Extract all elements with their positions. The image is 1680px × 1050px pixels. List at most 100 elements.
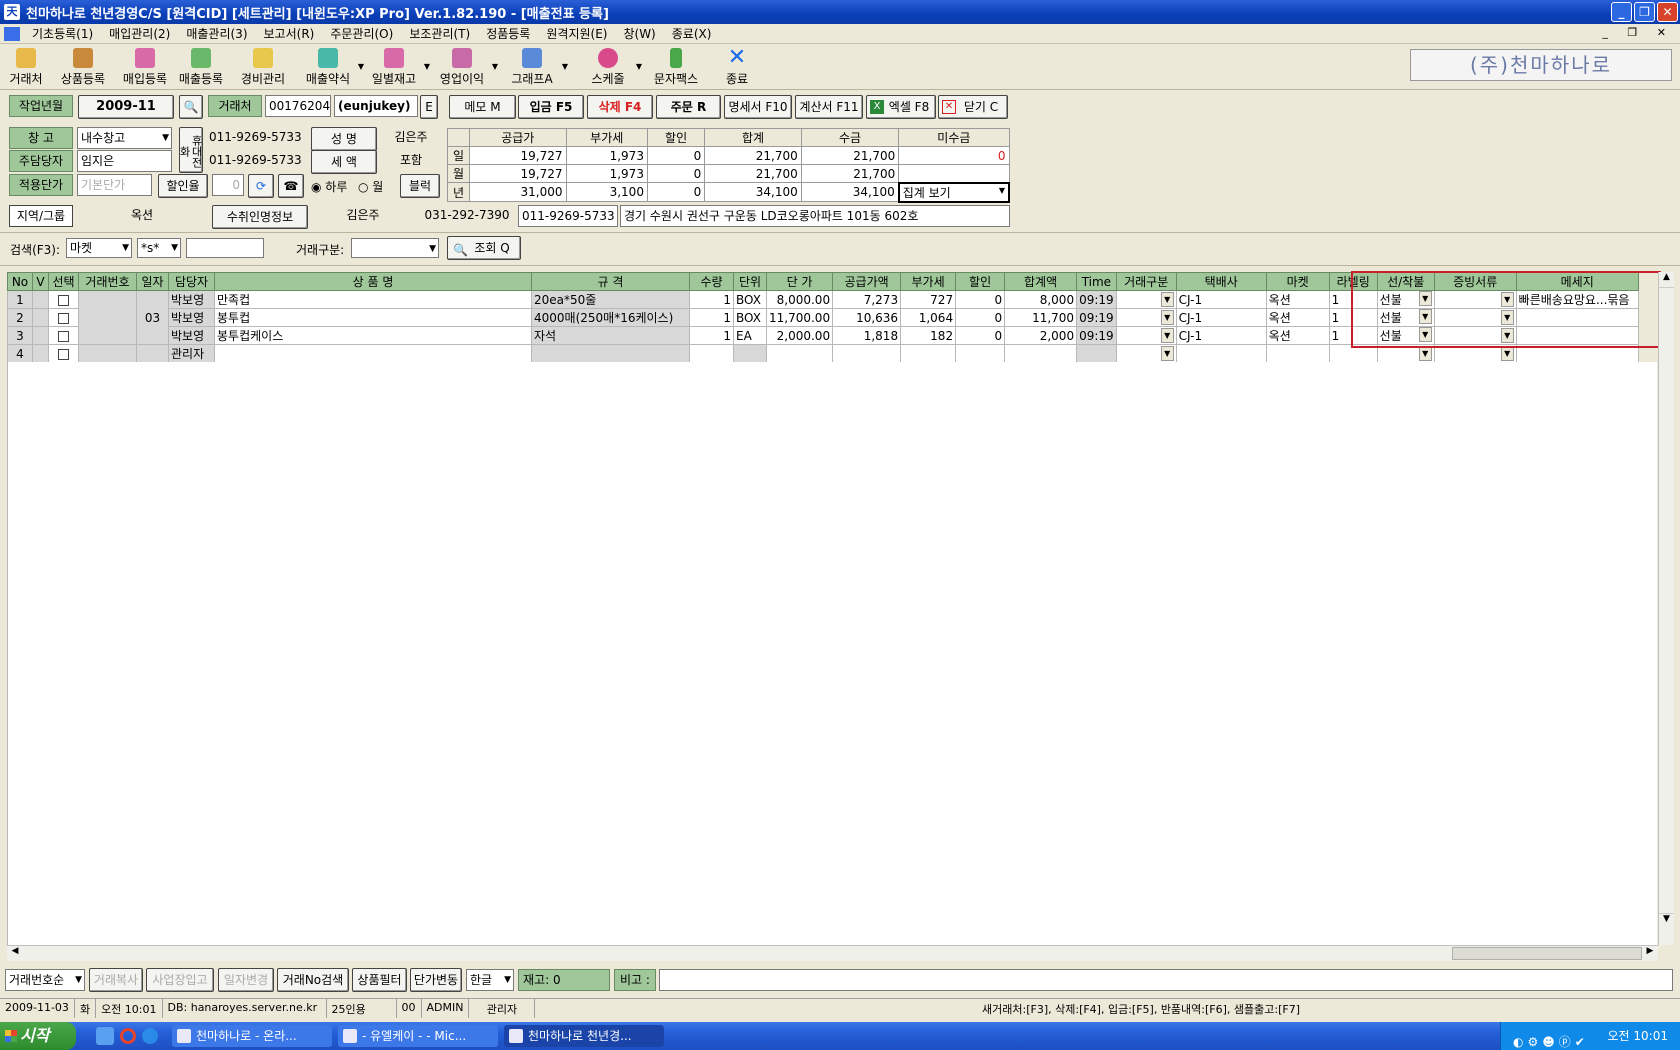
row-pay-type[interactable]: 선불 ▼ (1376, 290, 1435, 309)
chevron-down-icon[interactable]: ▼ (1418, 327, 1432, 342)
delete-button[interactable]: 삭제 F4 (587, 95, 653, 119)
toolbar-product-button[interactable]: 상품등록 (56, 48, 110, 88)
search-op-select[interactable]: *s* (137, 238, 181, 258)
tax-button[interactable]: 세 액 (311, 150, 377, 174)
clock[interactable]: 오전 10:01 (1608, 1029, 1668, 1043)
toolbar-sms-fax-button[interactable]: 문자팩스 (650, 48, 702, 88)
row-spec[interactable]: 20ea*50줄 (531, 290, 690, 309)
close-button[interactable]: ✕ (1657, 2, 1678, 22)
client-code-field[interactable]: 00176204 (265, 95, 331, 117)
row-total[interactable]: 2,000 (1004, 326, 1078, 345)
phone-call-icon[interactable]: ☎ (278, 174, 304, 198)
statement-button[interactable]: 명세서 F10 (724, 95, 792, 119)
menu-order[interactable]: 주문관리(O) (322, 25, 401, 42)
row-qty[interactable]: 1 (689, 290, 734, 309)
biz-in-button[interactable]: 사업장입고 (146, 968, 214, 992)
sort-select[interactable]: 거래번호순 (5, 969, 85, 991)
row-manager[interactable]: 박보영 (168, 290, 215, 309)
row-v[interactable] (32, 308, 49, 327)
invoice-button[interactable]: 계산서 F11 (795, 95, 863, 119)
col-header[interactable]: 합계액 (1004, 272, 1078, 291)
warehouse-select[interactable]: 내수창고 (77, 127, 172, 149)
date-change-button[interactable]: 일자변경 (218, 968, 274, 992)
toolbar-daily-stock-button[interactable]: 일별재고 ▼ (366, 48, 430, 88)
title-bar[interactable]: 天 천마하나로 천년경영C/S [원격CID] [세트관리] [내윈도우:XP … (0, 0, 1680, 24)
taskbar-item-active[interactable]: 천마하나로 천년경... (504, 1025, 664, 1047)
toolbar-client-button[interactable]: 거래처 (6, 48, 46, 88)
row-total[interactable]: 8,000 (1004, 290, 1078, 309)
mdi-controls[interactable]: _ ❐ ✕ (1602, 26, 1674, 39)
row-price[interactable]: 11,700.00 (765, 308, 834, 327)
scroll-left-icon[interactable]: ◀ (7, 946, 23, 961)
menu-basic[interactable]: 기초등록(1) (24, 25, 101, 42)
price-change-button[interactable]: 단가변동 (410, 968, 462, 992)
scroll-up-icon[interactable]: ▲ (1659, 272, 1674, 288)
row-unit[interactable]: BOX (733, 308, 767, 327)
row-product[interactable] (214, 344, 532, 363)
radio-day[interactable]: ◉ 하루 (311, 178, 347, 195)
row-price[interactable]: 2,000.00 (765, 326, 834, 345)
client-id-field[interactable]: (eunjukey) (334, 95, 418, 117)
row-spec[interactable]: 4000매(250매*16케이스) (531, 308, 690, 327)
row-message[interactable] (1515, 308, 1639, 327)
row-pay-type[interactable]: 선불 ▼ (1376, 308, 1435, 327)
dropdown-arrow-icon[interactable]: ▼ (562, 62, 568, 71)
row-unit[interactable]: BOX (733, 290, 767, 309)
row-spec[interactable] (531, 344, 690, 363)
col-header[interactable]: 공급가액 (832, 272, 902, 291)
row-price[interactable] (765, 344, 834, 363)
row-evidence[interactable]: ▼ (1433, 344, 1517, 363)
dropdown-arrow-icon[interactable]: ▼ (636, 62, 642, 71)
col-header[interactable]: 마켓 (1265, 272, 1330, 291)
order-button[interactable]: 주문 R (656, 95, 721, 119)
menu-sales[interactable]: 매출관리(3) (178, 25, 255, 42)
chevron-down-icon[interactable]: ▼ (1500, 346, 1514, 361)
row-market[interactable] (1265, 344, 1330, 363)
col-header[interactable]: 거래구분 (1115, 272, 1177, 291)
row-unit[interactable] (733, 344, 767, 363)
scroll-thumb[interactable] (1452, 947, 1642, 960)
menu-remote[interactable]: 원격지원(E) (538, 25, 615, 42)
row-date[interactable]: 03 (136, 290, 169, 345)
dropdown-arrow-icon[interactable]: ▼ (424, 62, 430, 71)
taskbar-item[interactable]: - 유엘케이 - - Mic... (338, 1025, 498, 1047)
row-courier[interactable]: CJ-1 (1175, 290, 1267, 309)
row-discount[interactable]: 0 (955, 308, 1006, 327)
copy-trade-button[interactable]: 거래복사 (89, 968, 143, 992)
menu-report[interactable]: 보고서(R) (256, 25, 323, 42)
discount-field[interactable]: 0 (212, 174, 244, 196)
row-trade-no[interactable] (78, 290, 137, 345)
row-total[interactable]: 11,700 (1004, 308, 1078, 327)
client-e-button[interactable]: E (420, 95, 438, 119)
phone1-field[interactable]: 011-9269-5733 (206, 127, 306, 149)
row-manager[interactable]: 관리자 (168, 344, 215, 363)
menu-license[interactable]: 정품등록 (478, 25, 538, 42)
toolbar-profit-button[interactable]: 영업이익 ▼ (434, 48, 498, 88)
row-select-checkbox[interactable] (48, 326, 79, 345)
search-icon[interactable]: 🔍 (179, 95, 203, 119)
row-select-checkbox[interactable] (48, 290, 79, 309)
col-header[interactable]: 담당자 (168, 272, 215, 291)
scroll-down-icon[interactable]: ▼ (1659, 913, 1674, 929)
row-supply[interactable]: 10,636 (832, 308, 902, 327)
type-select[interactable] (351, 238, 439, 258)
chevron-down-icon[interactable]: ▼ (1160, 292, 1174, 307)
toolbar-schedule-button[interactable]: 스케줄 ▼ (584, 48, 642, 88)
row-market[interactable]: 옥션 (1265, 308, 1330, 327)
block-button[interactable]: 블럭 (400, 174, 440, 198)
row-courier[interactable]: CJ-1 (1175, 308, 1267, 327)
memo-button[interactable]: 메모 M (449, 95, 516, 119)
col-header[interactable]: 택배사 (1175, 272, 1267, 291)
row-trade-type[interactable]: ▼ (1115, 290, 1177, 309)
row-message[interactable] (1515, 326, 1639, 345)
note-input[interactable] (659, 969, 1673, 991)
chevron-down-icon[interactable]: ▼ (1160, 328, 1174, 343)
menu-exit[interactable]: 종료(X) (664, 25, 720, 42)
row-discount[interactable]: 0 (955, 326, 1006, 345)
ie-icon[interactable] (142, 1028, 158, 1044)
row-trade-type[interactable]: ▼ (1115, 326, 1177, 345)
row-trade-type[interactable]: ▼ (1115, 344, 1177, 363)
row-discount[interactable] (955, 344, 1006, 363)
taskbar-item[interactable]: 천마하나로 - 온라... (172, 1025, 332, 1047)
row-labeling[interactable] (1328, 344, 1378, 363)
